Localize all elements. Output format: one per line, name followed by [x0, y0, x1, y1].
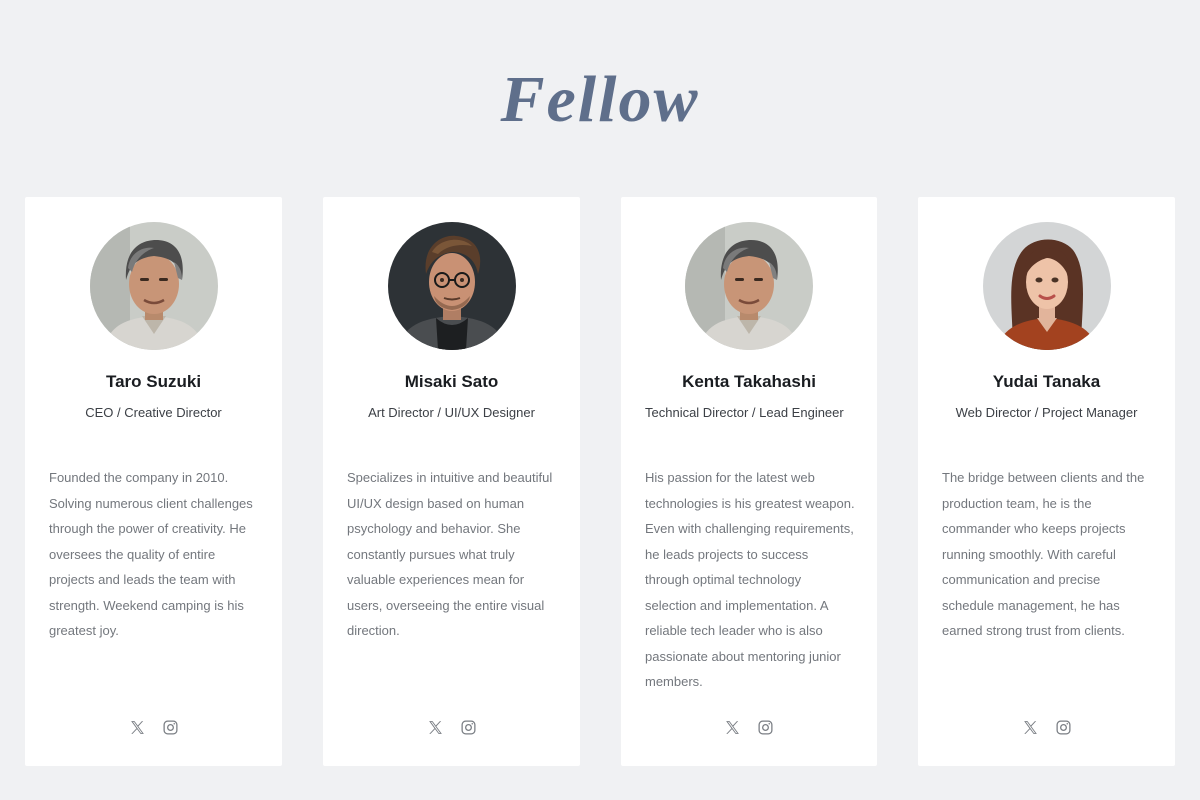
- instagram-link[interactable]: [459, 718, 477, 736]
- member-name: Taro Suzuki: [105, 372, 202, 391]
- instagram-link[interactable]: [757, 718, 775, 736]
- page-title: Fellow: [500, 63, 700, 136]
- x-icon: [428, 720, 442, 734]
- member-bio: Specializes in intuitive and beautiful U…: [347, 470, 553, 638]
- member-role: Technical Director / Lead Engineer: [645, 405, 844, 420]
- avatar: [982, 222, 1111, 350]
- avatar-portrait-young-man-glasses: [387, 222, 516, 350]
- member-card-yudai-tanaka: Yudai Tanaka Web Director / Project Mana…: [918, 197, 1175, 766]
- member-card-misaki-sato: Misaki Sato Art Director / UI/UX Designe…: [323, 197, 580, 766]
- member-bio: The bridge between clients and the produ…: [942, 470, 1145, 638]
- member-cards: Taro Suzuki CEO / Creative Director Foun…: [25, 197, 1175, 766]
- avatar-portrait-older-man: [685, 222, 813, 350]
- member-card-taro-suzuki: Taro Suzuki CEO / Creative Director Foun…: [25, 197, 282, 766]
- instagram-link[interactable]: [161, 718, 179, 736]
- x-link[interactable]: [128, 718, 146, 736]
- member-role: CEO / Creative Director: [85, 405, 222, 420]
- x-icon: [1023, 720, 1037, 734]
- member-role: Web Director / Project Manager: [955, 405, 1138, 420]
- x-icon: [130, 720, 144, 734]
- social-links: [25, 718, 282, 736]
- member-card-kenta-takahashi: Kenta Takahashi Technical Director / Lea…: [621, 197, 877, 766]
- member-name: Kenta Takahashi: [682, 372, 816, 391]
- social-links: [918, 718, 1175, 736]
- instagram-link[interactable]: [1054, 718, 1072, 736]
- member-bio: His passion for the latest web technolog…: [645, 470, 855, 689]
- avatar-portrait-young-woman: [982, 222, 1111, 350]
- x-icon: [726, 720, 739, 734]
- instagram-icon: [758, 719, 773, 735]
- avatar: [685, 222, 813, 350]
- member-bio: Founded the company in 2010. Solving num…: [49, 470, 253, 638]
- instagram-icon: [1055, 719, 1071, 735]
- member-role: Art Director / UI/UX Designer: [368, 405, 535, 420]
- member-name: Misaki Sato: [404, 372, 499, 391]
- member-name: Yudai Tanaka: [992, 372, 1101, 391]
- x-link[interactable]: [426, 718, 444, 736]
- x-link[interactable]: [724, 718, 742, 736]
- social-links: [621, 718, 877, 736]
- instagram-icon: [162, 719, 178, 735]
- avatar: [387, 222, 516, 350]
- instagram-icon: [460, 719, 476, 735]
- x-link[interactable]: [1021, 718, 1039, 736]
- avatar: [89, 222, 218, 350]
- social-links: [323, 718, 580, 736]
- avatar-portrait-older-man: [89, 222, 218, 350]
